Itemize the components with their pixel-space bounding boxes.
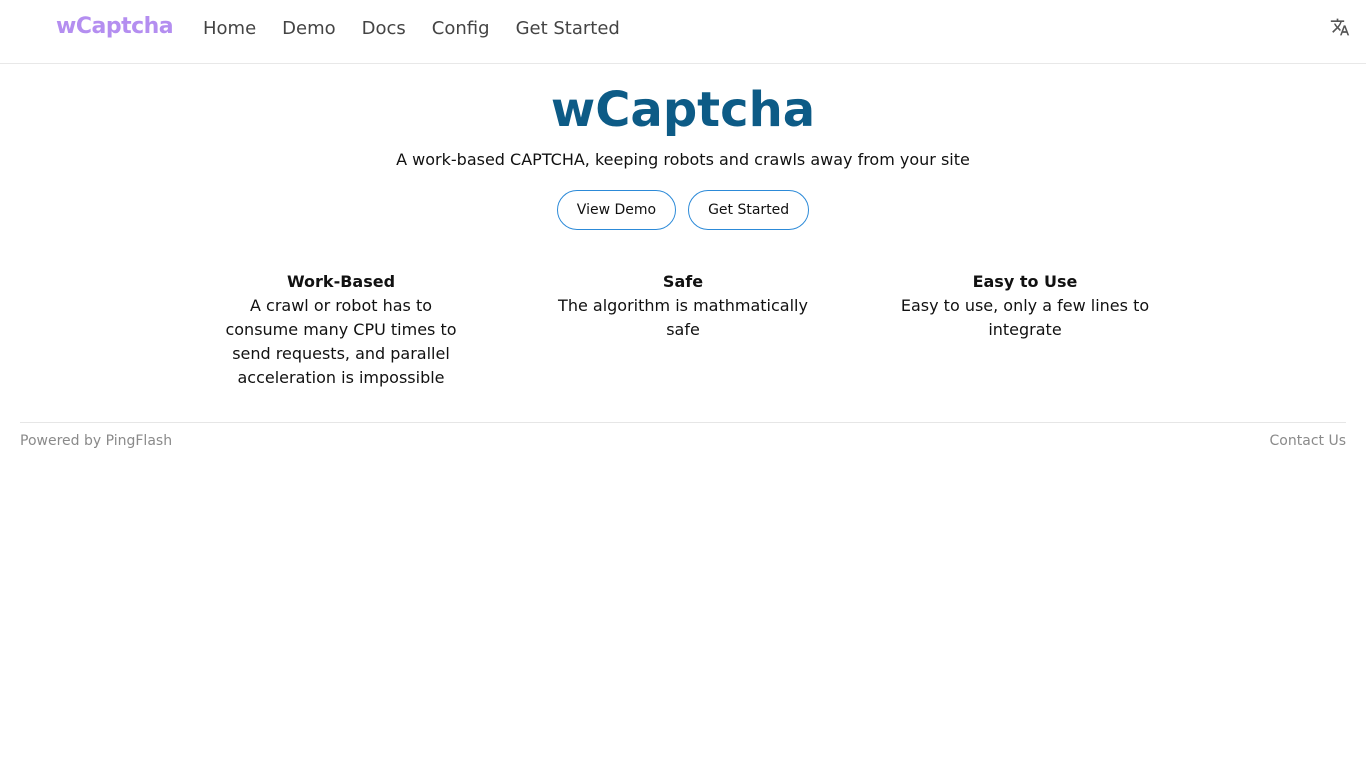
feature-title: Easy to Use [972,272,1078,291]
footer-divider [20,422,1346,423]
contact-us-link[interactable]: Contact Us [1270,432,1346,450]
nav-link-get-started[interactable]: Get Started [516,18,620,39]
hero-buttons: View Demo Get Started [0,190,1366,230]
nav-link-demo[interactable]: Demo [282,18,335,39]
top-navbar: wCaptcha Home Demo Docs Config Get Start… [0,0,1366,64]
get-started-button[interactable]: Get Started [688,190,810,230]
feature-description: Easy to use, only a few lines to integra… [900,296,1150,339]
hero-title: wCaptcha [550,82,816,138]
translate-icon[interactable] [1330,17,1350,37]
hero-subtitle: A work-based CAPTCHA, keeping robots and… [396,150,970,169]
logo-link[interactable]: wCaptcha [56,14,174,39]
nav-link-config[interactable]: Config [432,18,490,39]
nav-link-home[interactable]: Home [203,18,256,39]
features-section: Work-Based A crawl or robot has to consu… [170,270,1196,390]
view-demo-button[interactable]: View Demo [556,190,677,230]
footer-powered-by: Powered by PingFlash [20,433,173,449]
feature-title: Safe [662,272,704,291]
feature-easy-to-use: Easy to Use Easy to use, only a few line… [854,270,1196,390]
feature-description: The algorithm is mathmatically safe [558,296,808,339]
feature-work-based: Work-Based A crawl or robot has to consu… [170,270,512,390]
feature-title: Work-Based [286,272,396,291]
feature-safe: Safe The algorithm is mathmatically safe [512,270,854,390]
nav-link-docs[interactable]: Docs [362,18,406,39]
feature-description: A crawl or robot has to consume many CPU… [225,296,457,387]
nav-links: Home Demo Docs Config Get Started [190,18,633,39]
